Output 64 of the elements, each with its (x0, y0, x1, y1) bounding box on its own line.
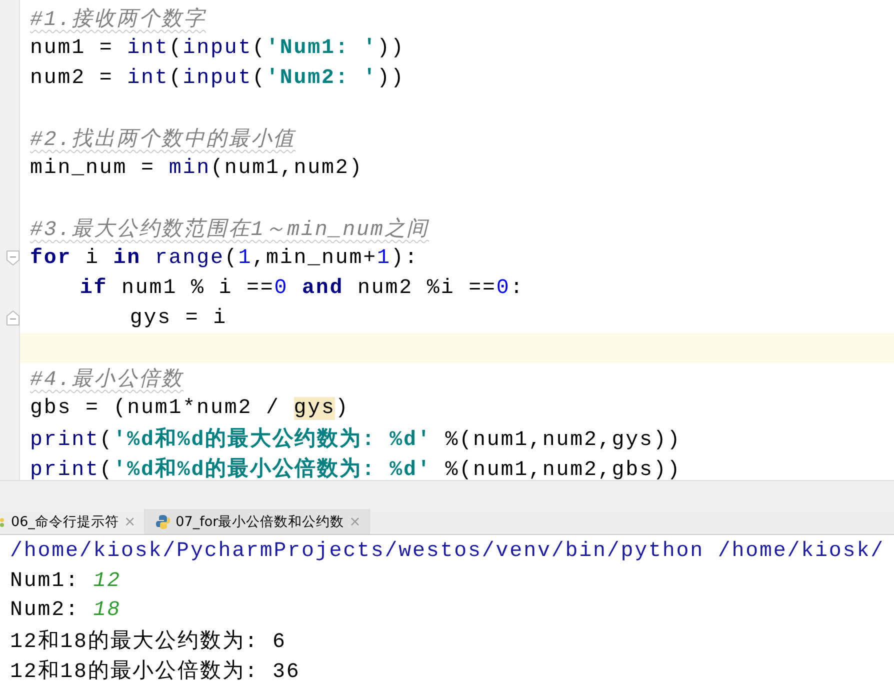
fold-end-icon[interactable] (6, 310, 20, 326)
code-text: num2 = (30, 66, 114, 90)
string-literal: '%d和%d的最小公倍数为: %d' (113, 459, 432, 482)
code-text: ,min_num+ (252, 246, 378, 270)
string-literal: '%d和%d的最大公约数为: %d' (113, 429, 432, 452)
code-text: ( (99, 429, 114, 452)
keyword: if (80, 276, 108, 300)
string-literal: 'Num1: ' (266, 36, 378, 60)
python-file-icon (0, 516, 6, 528)
code-text: ( (168, 36, 183, 60)
code-text: )) (377, 66, 405, 90)
builtin-name: min (168, 156, 210, 180)
code-comment: #3.最大公约数范围在1～min_num之间 (30, 219, 430, 242)
builtin-name: print (30, 459, 100, 482)
code-comment: #1.接收两个数字 (30, 9, 206, 32)
builtin-name: range (154, 246, 224, 270)
console-output: Num1: (10, 570, 80, 593)
code-text: ( (252, 36, 266, 60)
tab-label: 06_命令行提示符 (11, 512, 119, 530)
code-text: num2 %i == (356, 276, 496, 300)
highlighted-identifier: gys (294, 396, 336, 420)
string-literal: 'Num2: ' (266, 66, 378, 90)
builtin-name: print (30, 429, 100, 452)
code-comment: #4.最小公倍数 (30, 369, 184, 392)
fold-start-icon[interactable] (6, 250, 20, 266)
console-output: 12和18的最大公约数为: 6 (10, 628, 286, 654)
builtin-name: int (127, 36, 169, 60)
code-text: i (84, 246, 100, 270)
interpreter-path: /home/kiosk/PycharmProjects/westos/venv/bin/python /home/kiosk/ (10, 540, 884, 564)
number-literal: 1 (377, 246, 391, 270)
console-output: Num2: (10, 599, 80, 622)
code-text: gys = i (130, 306, 227, 330)
code-text: : (510, 276, 524, 300)
builtin-name: input (182, 66, 252, 90)
code-text: %(num1,num2,gbs)) (444, 459, 682, 482)
typed-value-text: 18 (93, 599, 122, 622)
code-text: ) (335, 396, 350, 420)
keyword: for (30, 246, 72, 270)
number-literal: 1 (238, 246, 252, 270)
code-text: ( (252, 66, 266, 90)
code-text: %(num1,num2,gys)) (444, 429, 682, 452)
number-literal: 0 (496, 276, 510, 300)
code-text: gbs = (num1*num2 / (30, 396, 281, 420)
tab-label: 07_for最小公倍数和公约数 (176, 512, 344, 530)
run-tab[interactable]: 07_for最小公倍数和公约数 × (144, 509, 370, 534)
keyword: in (113, 246, 142, 270)
console-output: 12和18的最小公倍数为: 36 (10, 658, 300, 684)
code-text: ): (390, 246, 419, 270)
typed-value-text: 12 (93, 570, 122, 593)
python-file-icon (154, 514, 171, 530)
code-text: num1 = (30, 36, 114, 60)
code-editor[interactable] (0, 0, 894, 480)
keyword: and (301, 276, 344, 300)
code-text: ( (99, 459, 114, 482)
code-text: num1 % i == (120, 276, 274, 300)
code-text: ( (224, 246, 238, 270)
code-text: )) (377, 36, 405, 60)
number-literal: 0 (274, 276, 288, 300)
builtin-name: input (182, 36, 252, 60)
code-text: min_num = (30, 156, 156, 180)
code-comment: #2.找出两个数中的最小值 (30, 129, 296, 152)
code-text: ( (168, 66, 183, 90)
builtin-name: int (127, 66, 169, 90)
code-text: (num1,num2) (210, 156, 364, 180)
